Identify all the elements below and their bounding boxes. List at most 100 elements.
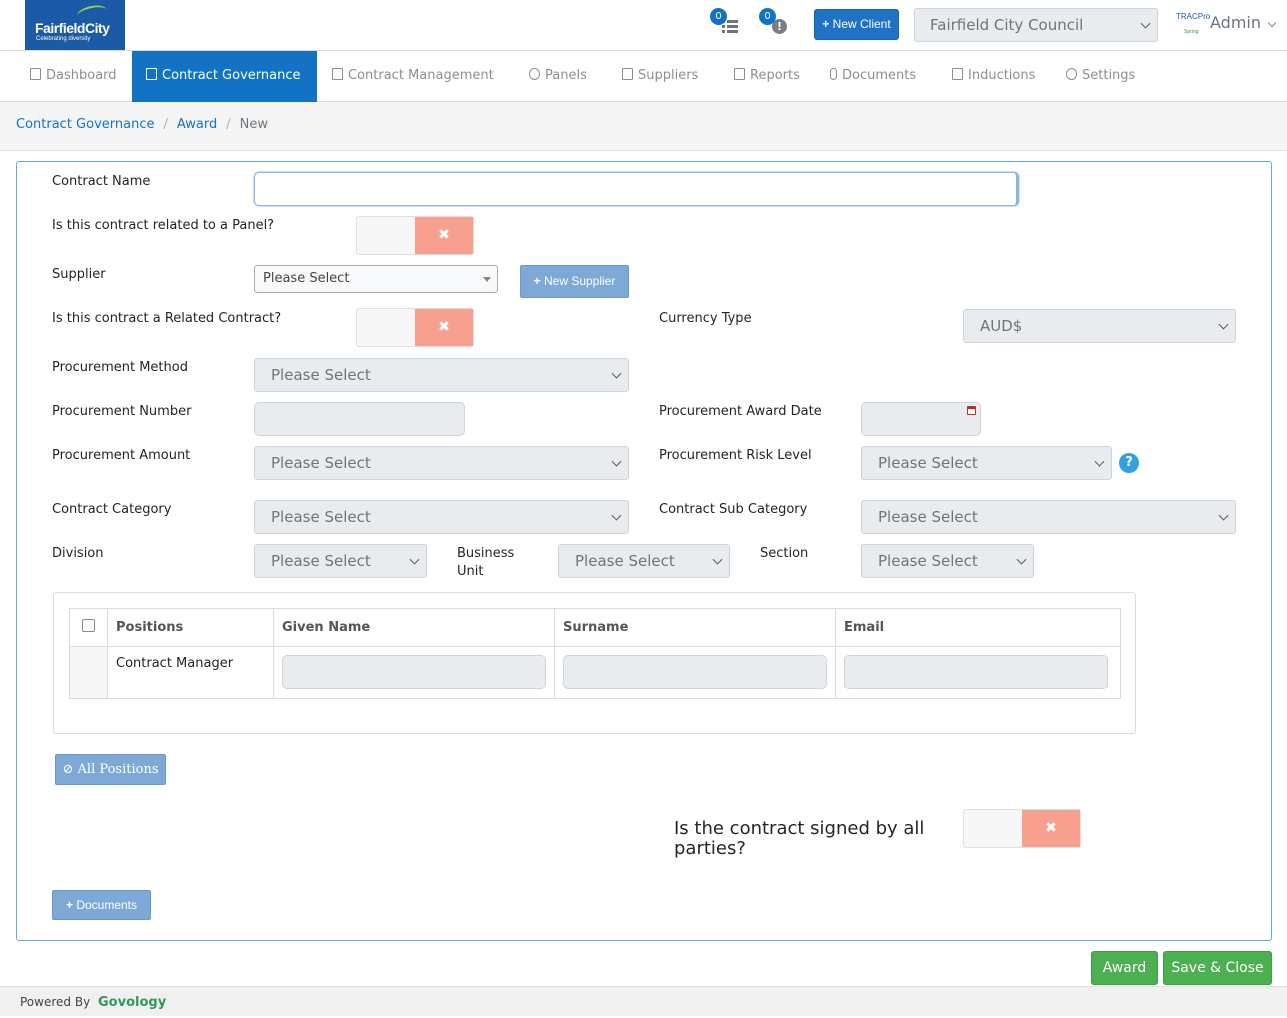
tracpro-logo-text: TRACPro [1176,12,1211,21]
new-supplier-button[interactable]: + New Supplier [520,265,629,298]
nav-suppliers[interactable]: Suppliers [608,51,712,102]
procurement-method-select[interactable]: Please Select [254,358,629,392]
procurement-risk-select[interactable]: Please Select [861,446,1112,480]
chevron-down-icon [611,510,622,521]
section-select[interactable]: Please Select [861,544,1034,578]
email-input[interactable] [844,655,1108,689]
surname-cell [554,646,836,699]
nav-documents[interactable]: Documents [816,51,930,102]
procurement-amount-select[interactable]: Please Select [254,446,629,480]
user-menu[interactable]: Admin [1210,13,1261,32]
panel-question-label: Is this contract related to a Panel? [52,218,275,233]
division-label: Division [52,546,104,561]
plus-icon: + [822,17,830,31]
contract-name-input[interactable] [254,172,1019,206]
surname-input[interactable] [563,655,827,689]
users-icon [529,68,540,80]
save-close-button[interactable]: Save & Close [1163,951,1272,985]
tasks-button[interactable]: 0 [710,8,744,40]
documents-label: Documents [76,898,138,912]
document-icon [622,68,633,80]
table-row: Contract Manager [69,646,1121,699]
tasks-count-badge: 0 [710,8,727,25]
document-icon [332,68,343,80]
help-icon[interactable]: ? [1119,453,1139,473]
govology-logo[interactable]: Govology [98,995,166,1010]
file-edit-icon [952,68,963,80]
chevron-down-icon [1140,18,1151,29]
division-value: Please Select [271,552,371,570]
position-cell: Contract Manager [107,646,274,699]
new-supplier-label: New Supplier [543,274,616,288]
new-client-button[interactable]: + New Client [814,9,899,40]
supplier-select[interactable]: Please Select [254,265,498,293]
contract-subcategory-label: Contract Sub Category [659,502,808,517]
procurement-award-date-label: Procurement Award Date [659,404,822,419]
procurement-amount-value: Please Select [271,454,371,472]
breadcrumb: Contract Governance / Award / New [0,102,1287,151]
select-all-cell [69,608,108,647]
nav-inductions[interactable]: Inductions [938,51,1049,102]
nav-dashboard[interactable]: Dashboard [16,51,131,102]
chevron-down-icon [1016,554,1027,565]
procurement-award-date-input[interactable] [861,402,981,436]
nav-reports[interactable]: Reports [720,51,814,102]
council-select[interactable]: Fairfield City Council [914,8,1158,42]
award-form-card: Contract Name Is this contract related t… [16,161,1272,941]
given-name-input[interactable] [282,655,546,689]
nav-contract-governance[interactable]: Contract Governance [132,51,317,109]
select-all-checkbox[interactable] [82,619,95,632]
nav-label: Panels [545,68,587,83]
nav-label: Dashboard [46,68,117,83]
nav-settings[interactable]: Settings [1052,51,1149,102]
chevron-down-icon [611,368,622,379]
close-icon: ✖ [1022,810,1080,847]
logo-name: FairfieldCity [35,20,110,36]
chevron-down-icon [611,456,622,467]
signed-toggle[interactable]: ✖ [963,809,1081,848]
related-contract-toggle[interactable]: ✖ [356,308,474,347]
chevron-down-icon [712,554,723,565]
contract-category-select[interactable]: Please Select [254,500,629,534]
email-cell [835,646,1121,699]
contract-category-value: Please Select [271,508,371,526]
chevron-down-icon[interactable] [1267,18,1277,28]
alerts-button[interactable]: ! 0 [759,8,793,40]
currency-type-label: Currency Type [659,311,752,326]
all-positions-button[interactable]: ⊘ All Positions [55,754,166,785]
positions-header-row: Positions Given Name Surname Email [69,608,1121,647]
add-documents-button[interactable]: + Documents [52,890,151,920]
close-icon: ✖ [415,217,473,254]
col-header-given-name: Given Name [273,608,555,647]
contract-subcategory-value: Please Select [878,508,978,526]
col-header-positions: Positions [107,608,274,647]
col-header-email: Email [835,608,1121,647]
related-contract-label: Is this contract a Related Contract? [52,311,282,326]
nav-label: Reports [750,68,800,83]
division-select[interactable]: Please Select [254,544,427,578]
calendar-icon[interactable] [967,406,976,415]
fairfield-city-logo[interactable]: FairfieldCity Celebrating diversity [25,0,125,50]
business-unit-select[interactable]: Please Select [558,544,730,578]
procurement-number-input[interactable] [254,402,465,436]
nav-label: Settings [1082,68,1136,83]
footer: Powered By Govology [0,986,1287,1016]
nav-label: Suppliers [638,68,699,83]
nav-panels[interactable]: Panels [515,51,601,102]
section-value: Please Select [878,552,978,570]
award-button[interactable]: Award [1091,951,1158,985]
supplier-label: Supplier [52,267,106,282]
logo-tagline: Celebrating diversity [36,36,91,42]
breadcrumb-award[interactable]: Award [177,117,217,132]
nav-contract-management[interactable]: Contract Management [318,51,508,102]
panel-toggle[interactable]: ✖ [356,216,474,255]
procurement-risk-label: Procurement Risk Level [659,448,812,463]
business-unit-label: Business Unit [457,546,515,579]
nav-label: Contract Governance [162,68,301,83]
tracpro-logo-sub: Spring [1184,29,1199,35]
currency-type-select[interactable]: AUD$ [963,309,1236,343]
top-header: FairfieldCity Celebrating diversity 0 ! … [0,0,1287,51]
contract-subcategory-select[interactable]: Please Select [861,500,1236,534]
eye-slash-icon: ⊘ [62,762,74,777]
breadcrumb-contract-governance[interactable]: Contract Governance [16,117,154,132]
